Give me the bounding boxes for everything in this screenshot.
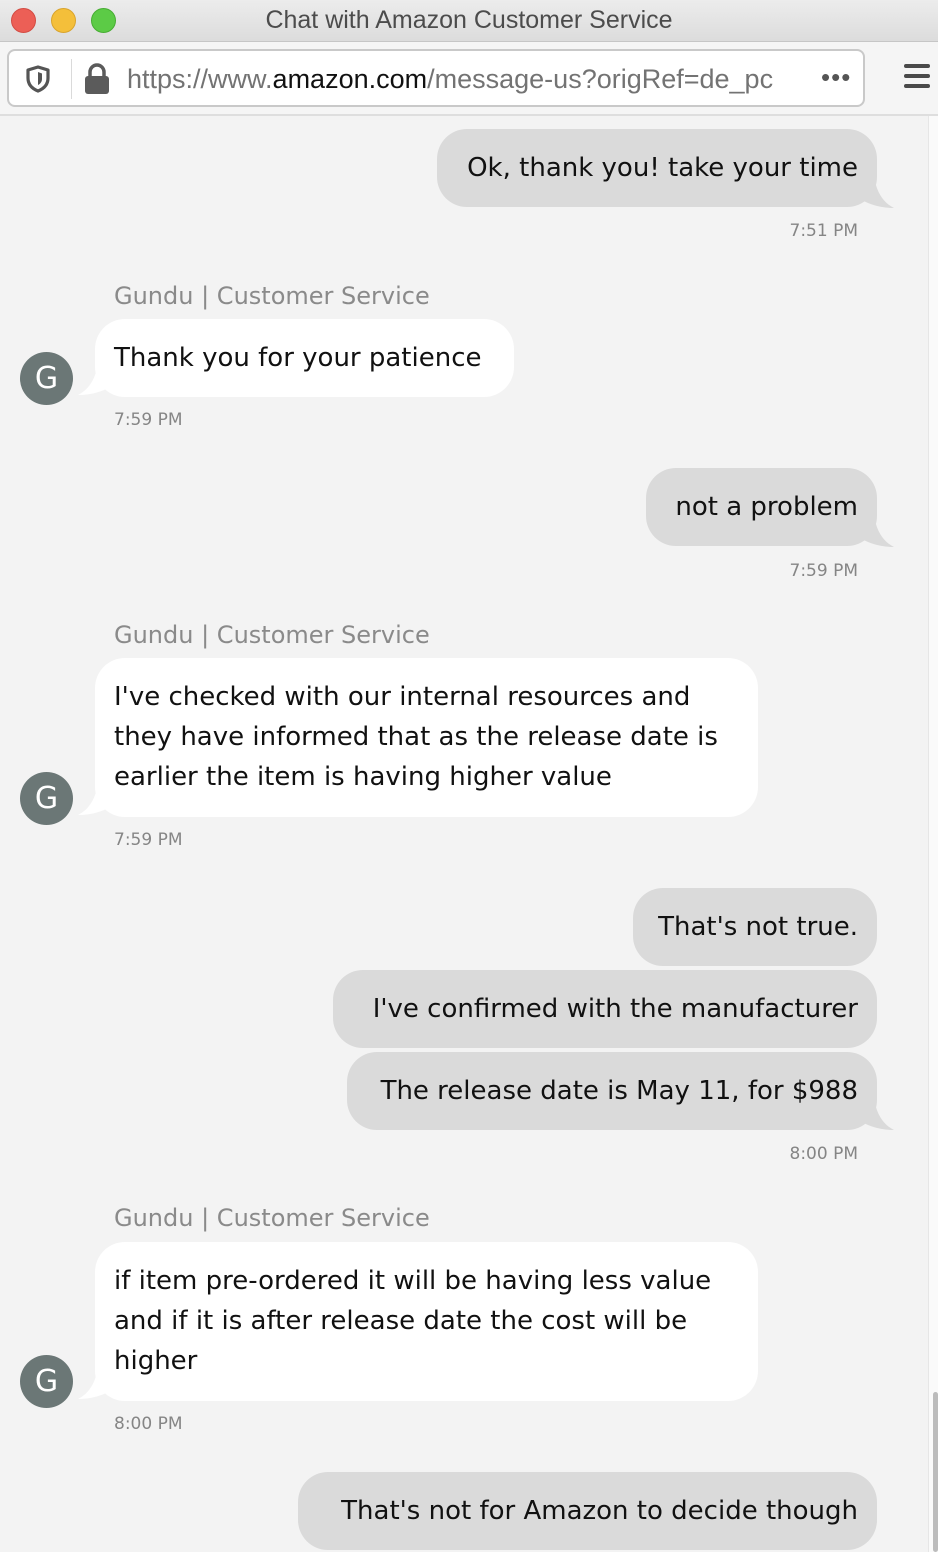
message-text: That's not true.	[658, 912, 858, 942]
bubble-tail	[78, 363, 116, 395]
bubble-tail	[856, 515, 894, 547]
outgoing-message: not a problem	[646, 468, 877, 546]
message-text: I've confirmed with the manufacturer	[372, 994, 858, 1024]
agent-avatar: G	[20, 772, 73, 825]
message-text-line: earlier the item is having higher value	[114, 762, 612, 792]
address-bar[interactable]: https://www.amazon.com/message-us?origRe…	[7, 49, 865, 107]
outgoing-message: I've confirmed with the manufacturer	[333, 970, 877, 1048]
bubble-tail	[78, 783, 116, 815]
message-text-line: and if it is after release date the cost…	[114, 1306, 688, 1336]
incoming-message: I've checked with our internal resources…	[95, 658, 758, 817]
message-timestamp: 7:59 PM	[114, 410, 183, 430]
bubble-tail	[78, 1367, 116, 1399]
message-text-line: I've checked with our internal resources…	[114, 682, 691, 712]
outgoing-message: The release date is May 11, for $988	[347, 1052, 877, 1130]
chat-scrollbar-track[interactable]	[928, 116, 938, 1552]
tracking-protection-shield-icon[interactable]	[25, 65, 51, 93]
agent-avatar: G	[20, 352, 73, 405]
bubble-tail	[856, 176, 894, 208]
message-text: not a problem	[675, 492, 858, 522]
outgoing-message: That's not for Amazon to decide though	[298, 1472, 877, 1550]
message-text-line: they have informed that as the release d…	[114, 722, 718, 752]
message-text: Thank you for your patience	[114, 343, 482, 373]
chat-scrollbar-thumb[interactable]	[933, 1392, 938, 1552]
outgoing-message: Ok, thank you! take your time	[437, 129, 877, 207]
window-title: Chat with Amazon Customer Service	[265, 6, 673, 34]
message-text: That's not for Amazon to decide though	[341, 1496, 858, 1526]
browser-toolbar: https://www.amazon.com/message-us?origRe…	[0, 42, 938, 116]
hamburger-menu-icon[interactable]	[904, 64, 930, 90]
incoming-message: if item pre-ordered it will be having le…	[95, 1242, 758, 1401]
sender-name: Gundu | Customer Service	[114, 282, 430, 310]
window-titlebar: Chat with Amazon Customer Service	[0, 0, 938, 42]
agent-avatar: G	[20, 1355, 73, 1408]
sender-name: Gundu | Customer Service	[114, 621, 430, 649]
lock-icon[interactable]	[83, 63, 111, 95]
bubble-tail	[856, 1098, 894, 1130]
message-timestamp: 7:59 PM	[114, 830, 183, 850]
page-actions-more-button[interactable]: •••	[821, 59, 851, 95]
message-text: The release date is May 11, for $988	[380, 1076, 858, 1106]
message-text-line: if item pre-ordered it will be having le…	[114, 1266, 712, 1296]
message-text: Ok, thank you! take your time	[467, 153, 858, 183]
url-scheme: https://www.	[127, 64, 273, 94]
message-timestamp: 8:00 PM	[114, 1414, 183, 1434]
message-text-line: higher	[114, 1346, 198, 1376]
message-timestamp: 7:51 PM	[789, 221, 859, 241]
url-text[interactable]: https://www.amazon.com/message-us?origRe…	[127, 61, 817, 97]
message-timestamp: 8:00 PM	[789, 1144, 859, 1164]
message-timestamp: 7:59 PM	[789, 561, 859, 581]
chat-transcript: Ok, thank you! take your time 7:51 PM Gu…	[0, 116, 928, 1552]
url-host: amazon.com	[272, 64, 428, 94]
outgoing-message: That's not true.	[633, 888, 877, 966]
address-bar-divider	[71, 59, 72, 99]
url-path: /message-us?origRef=de_pc	[427, 64, 774, 94]
incoming-message: Thank you for your patience	[95, 319, 514, 397]
sender-name: Gundu | Customer Service	[114, 1204, 430, 1232]
